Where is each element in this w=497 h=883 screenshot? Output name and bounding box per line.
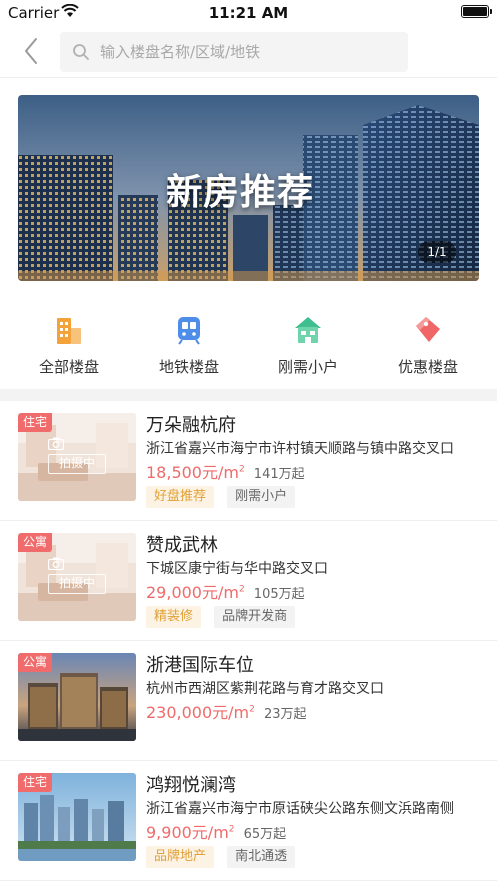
listing-tags: 精装修 品牌开发商	[146, 605, 303, 628]
listing-item[interactable]: 公寓 拍摄中 赞成武林 下城区康宁街与华中路交叉口 29,000元/m2 105…	[0, 521, 497, 641]
listing-address: 杭州市西湖区紫荆花路与育才路交叉口	[146, 681, 384, 697]
property-type-badge: 公寓	[18, 533, 53, 552]
search-box[interactable]	[60, 32, 408, 72]
listing-item[interactable]: 住宅 拍摄中 万朵融杭府 浙江省嘉兴市海宁市许村镇天顺路与镇中路交叉口 18,5…	[0, 401, 497, 521]
listing-thumbnail: 公寓 拍摄中	[18, 533, 136, 621]
listing-address: 下城区康宁街与华中路交叉口	[146, 561, 328, 577]
price-row: 230,000元/m2 23万起	[146, 699, 307, 723]
battery-icon	[461, 5, 492, 18]
category-metro[interactable]: 地铁楼盘	[129, 300, 249, 388]
search-header	[0, 26, 497, 78]
listing-tag: 品牌开发商	[214, 606, 296, 628]
photo-pending-overlay: 拍摄中	[48, 437, 106, 477]
listing-thumbnail: 住宅 拍摄中	[18, 413, 136, 501]
listing-tag: 品牌地产	[146, 846, 215, 868]
listing-thumbnail: 住宅	[18, 773, 136, 861]
search-input[interactable]	[100, 32, 400, 72]
listing-name: 浙港国际车位	[146, 655, 254, 676]
listing-tag: 好盘推荐	[146, 486, 215, 508]
category-starter-homes[interactable]: 刚需小户	[248, 300, 368, 388]
category-nav: 全部楼盘 地铁楼盘 刚需小户 优惠楼盘	[0, 300, 497, 388]
listing-tags: 好盘推荐 刚需小户	[146, 485, 303, 508]
unit-exponent: 2	[238, 464, 245, 475]
listing-tag: 精装修	[146, 606, 202, 628]
banner-title: 新房推荐	[166, 172, 315, 213]
listing-tags: 品牌地产 南北通透	[146, 845, 303, 868]
listing-tag: 刚需小户	[227, 486, 296, 508]
clock: 11:21 AM	[208, 4, 289, 22]
category-label: 全部楼盘	[38, 358, 99, 376]
unit-price: 18,500元/m	[146, 463, 239, 482]
building-icon	[57, 318, 81, 344]
category-label: 优惠楼盘	[397, 358, 458, 376]
listing-name: 赞成武林	[146, 535, 218, 556]
property-type-badge: 公寓	[18, 653, 53, 672]
photo-pending-label: 拍摄中	[48, 574, 106, 594]
category-all-projects[interactable]: 全部楼盘	[9, 300, 129, 388]
photo-pending-overlay: 拍摄中	[48, 557, 106, 597]
listing-tag: 南北通透	[227, 846, 296, 868]
property-type-badge: 住宅	[18, 773, 53, 792]
price-row: 29,000元/m2 105万起	[146, 579, 305, 603]
back-button[interactable]	[18, 36, 44, 66]
section-divider	[0, 389, 497, 401]
category-discount[interactable]: 优惠楼盘	[368, 300, 488, 388]
listing-thumbnail: 公寓	[18, 653, 136, 741]
unit-price: 230,000元/m	[146, 703, 250, 722]
total-price: 105万起	[253, 587, 305, 602]
unit-exponent: 2	[228, 824, 235, 835]
listing-item[interactable]: 住宅 鸿翔悦澜湾 浙江省嘉兴市海宁市原话硖尖公路东侧文浜路南侧 9,900元/m…	[0, 761, 497, 881]
photo-pending-label: 拍摄中	[48, 454, 106, 474]
house-icon	[295, 317, 321, 343]
unit-exponent: 2	[249, 704, 255, 715]
total-price: 141万起	[253, 467, 305, 482]
camera-icon	[48, 437, 64, 450]
unit-exponent: 2	[238, 584, 245, 595]
category-label: 刚需小户	[277, 358, 338, 376]
property-type-badge: 住宅	[18, 413, 53, 432]
search-icon	[73, 44, 89, 60]
price-row: 9,900元/m2 65万起	[146, 819, 286, 843]
price-row: 18,500元/m2 141万起	[146, 459, 305, 483]
promo-banner[interactable]: 新房推荐 1/1	[18, 95, 479, 281]
listing-address: 浙江省嘉兴市海宁市原话硖尖公路东侧文浜路南侧	[146, 801, 454, 817]
listing-name: 鸿翔悦澜湾	[146, 775, 236, 796]
unit-price: 9,900元/m	[146, 823, 229, 842]
metro-icon	[178, 317, 200, 345]
listing-address: 浙江省嘉兴市海宁市许村镇天顺路与镇中路交叉口	[146, 441, 454, 457]
total-price: 65万起	[243, 827, 287, 842]
listing-item[interactable]: 公寓 浙港国际车位 杭州市西湖区紫荆花路与育才路交叉口 230,000元/m2 …	[0, 641, 497, 761]
category-label: 地铁楼盘	[158, 358, 219, 376]
status-bar: Carrier 11:21 AM	[0, 0, 497, 26]
price-tag-icon	[416, 317, 440, 342]
listing-name: 万朵融杭府	[146, 415, 236, 436]
unit-price: 29,000元/m	[146, 583, 239, 602]
total-price: 23万起	[263, 707, 307, 722]
banner-page-indicator: 1/1	[418, 241, 456, 263]
chevron-left-icon	[25, 38, 37, 64]
camera-icon	[48, 557, 64, 570]
